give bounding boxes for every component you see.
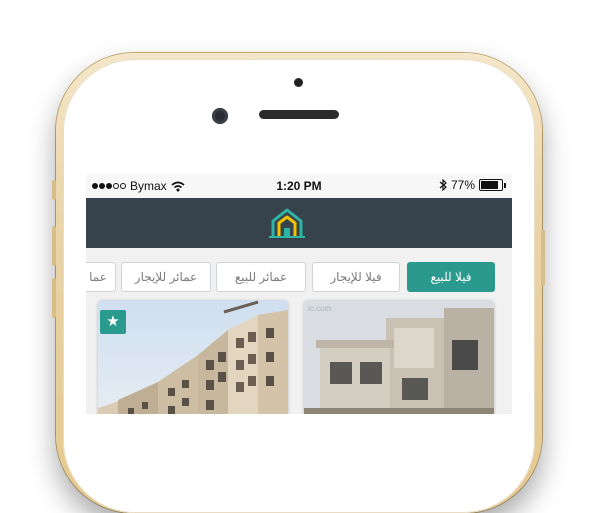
tab-partial[interactable]: عما	[86, 262, 116, 292]
proximity-sensor	[294, 78, 303, 87]
status-bar: Bymax 1:20 PM 77%	[86, 174, 512, 198]
tab-buildings-rent[interactable]: عمائر للإيجار	[121, 262, 211, 292]
listing-card[interactable]: ic.com	[304, 300, 494, 414]
listing-photo	[304, 300, 494, 414]
bluetooth-icon	[439, 179, 447, 191]
listing-card[interactable]: ★	[98, 300, 288, 414]
phone-screen: Bymax 1:20 PM 77% فيلا للبيع فيلا للإيجا…	[86, 174, 512, 414]
volume-up-button	[52, 226, 56, 266]
category-tabs: فيلا للبيع فيلا للإيجار عمائر للبيع عمائ…	[86, 258, 512, 292]
battery-percent: 77%	[450, 178, 475, 192]
mute-switch	[52, 180, 56, 200]
tab-villa-sale[interactable]: فيلا للبيع	[407, 262, 495, 292]
listing-photo	[98, 300, 288, 414]
star-icon[interactable]: ★	[100, 310, 126, 334]
front-camera	[212, 108, 228, 124]
photo-watermark: ic.com	[308, 304, 332, 313]
power-button	[541, 230, 545, 286]
status-right: 77%	[439, 178, 506, 192]
battery-level	[481, 181, 498, 189]
battery-icon	[479, 179, 503, 191]
tab-villa-rent[interactable]: فيلا للإيجار	[312, 262, 400, 292]
earpiece-speaker	[259, 110, 339, 119]
battery-tip	[504, 182, 506, 188]
house-logo-icon[interactable]	[267, 206, 307, 242]
app-header	[86, 198, 512, 248]
listings-grid: ★ ic.com	[86, 300, 512, 414]
tab-buildings-sale[interactable]: عمائر للبيع	[216, 262, 306, 292]
volume-down-button	[52, 278, 56, 318]
